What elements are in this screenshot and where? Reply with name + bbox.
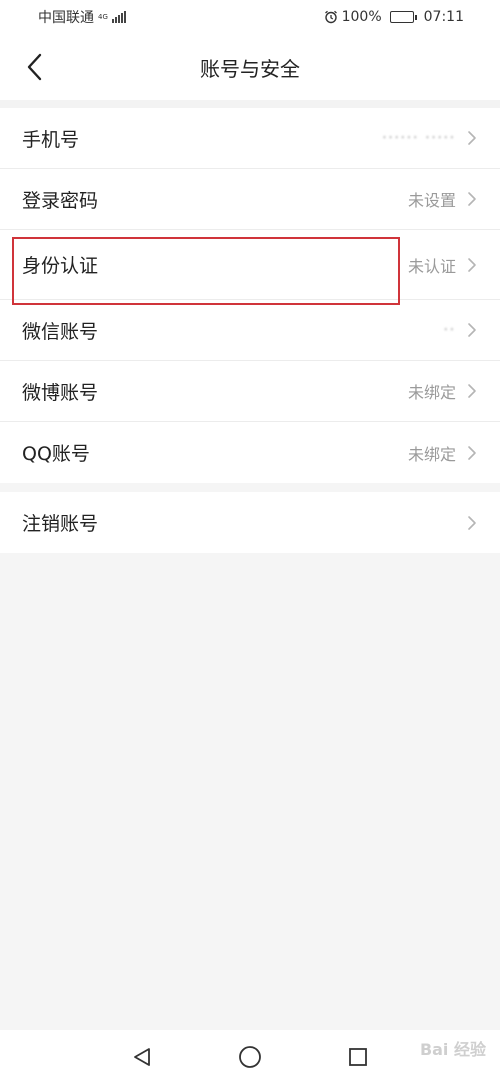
back-button[interactable]: [18, 50, 52, 84]
row-phone[interactable]: 手机号 ······ ·····: [0, 108, 500, 169]
chevron-right-icon: [466, 320, 478, 340]
row-label: 手机号: [22, 128, 80, 151]
row-label: 微博账号: [22, 381, 99, 404]
chevron-right-icon: [466, 443, 478, 463]
circle-home-icon: [239, 1045, 261, 1068]
chevron-left-icon: [27, 53, 42, 81]
chevron-right-icon: [466, 128, 478, 148]
chevron-right-icon: [466, 513, 478, 533]
network-type-label: 4G: [98, 12, 108, 21]
row-label: QQ账号: [22, 443, 90, 465]
triangle-back-icon: [134, 1047, 150, 1066]
header-divider: [0, 100, 500, 108]
account-settings-list: 手机号 ······ ····· 登录密码 未设置 身份认证 未认证 微信账号 …: [0, 108, 500, 483]
row-value: 未绑定: [407, 444, 456, 464]
page-title: 账号与安全: [200, 56, 300, 81]
nav-back-button[interactable]: [127, 1042, 157, 1072]
signal-icon: [112, 11, 126, 23]
row-value-masked: ··: [443, 322, 456, 338]
status-left: 中国联通 4G: [38, 7, 126, 27]
row-cancel-account[interactable]: 注销账号: [0, 492, 500, 553]
nav-recents-button[interactable]: [343, 1042, 373, 1072]
row-identity-verification[interactable]: 身份认证 未认证: [0, 230, 500, 300]
row-value-masked: ······ ·····: [382, 130, 456, 146]
status-right: 100% 07:11: [324, 9, 464, 25]
nav-home-button[interactable]: [235, 1042, 265, 1072]
battery-icon: [389, 11, 417, 23]
account-danger-list: 注销账号: [0, 492, 500, 553]
row-label: 身份认证: [22, 255, 99, 277]
row-label: 微信账号: [22, 320, 99, 343]
status-bar: 中国联通 4G 100% 07:11: [0, 0, 500, 34]
square-recents-icon: [349, 1047, 367, 1066]
row-weibo-account[interactable]: 微博账号 未绑定: [0, 361, 500, 422]
chevron-right-icon: [466, 255, 478, 275]
row-value: 未绑定: [407, 383, 456, 402]
row-label: 注销账号: [22, 513, 99, 535]
clock-time: 07:11: [423, 9, 464, 25]
chevron-right-icon: [466, 381, 478, 401]
row-value: 未设置: [407, 191, 456, 210]
title-bar: 账号与安全: [0, 34, 500, 100]
row-qq-account[interactable]: QQ账号 未绑定: [0, 422, 500, 483]
row-value: 未认证: [407, 256, 456, 276]
battery-percent: 100%: [341, 9, 382, 25]
row-login-password[interactable]: 登录密码 未设置: [0, 169, 500, 230]
chevron-right-icon: [466, 189, 478, 209]
row-wechat-account[interactable]: 微信账号 ··: [0, 300, 500, 361]
row-label: 登录密码: [22, 189, 99, 212]
watermark: Bai 经验: [419, 1040, 486, 1059]
alarm-icon: [324, 10, 337, 24]
carrier-label: 中国联通: [38, 10, 94, 26]
